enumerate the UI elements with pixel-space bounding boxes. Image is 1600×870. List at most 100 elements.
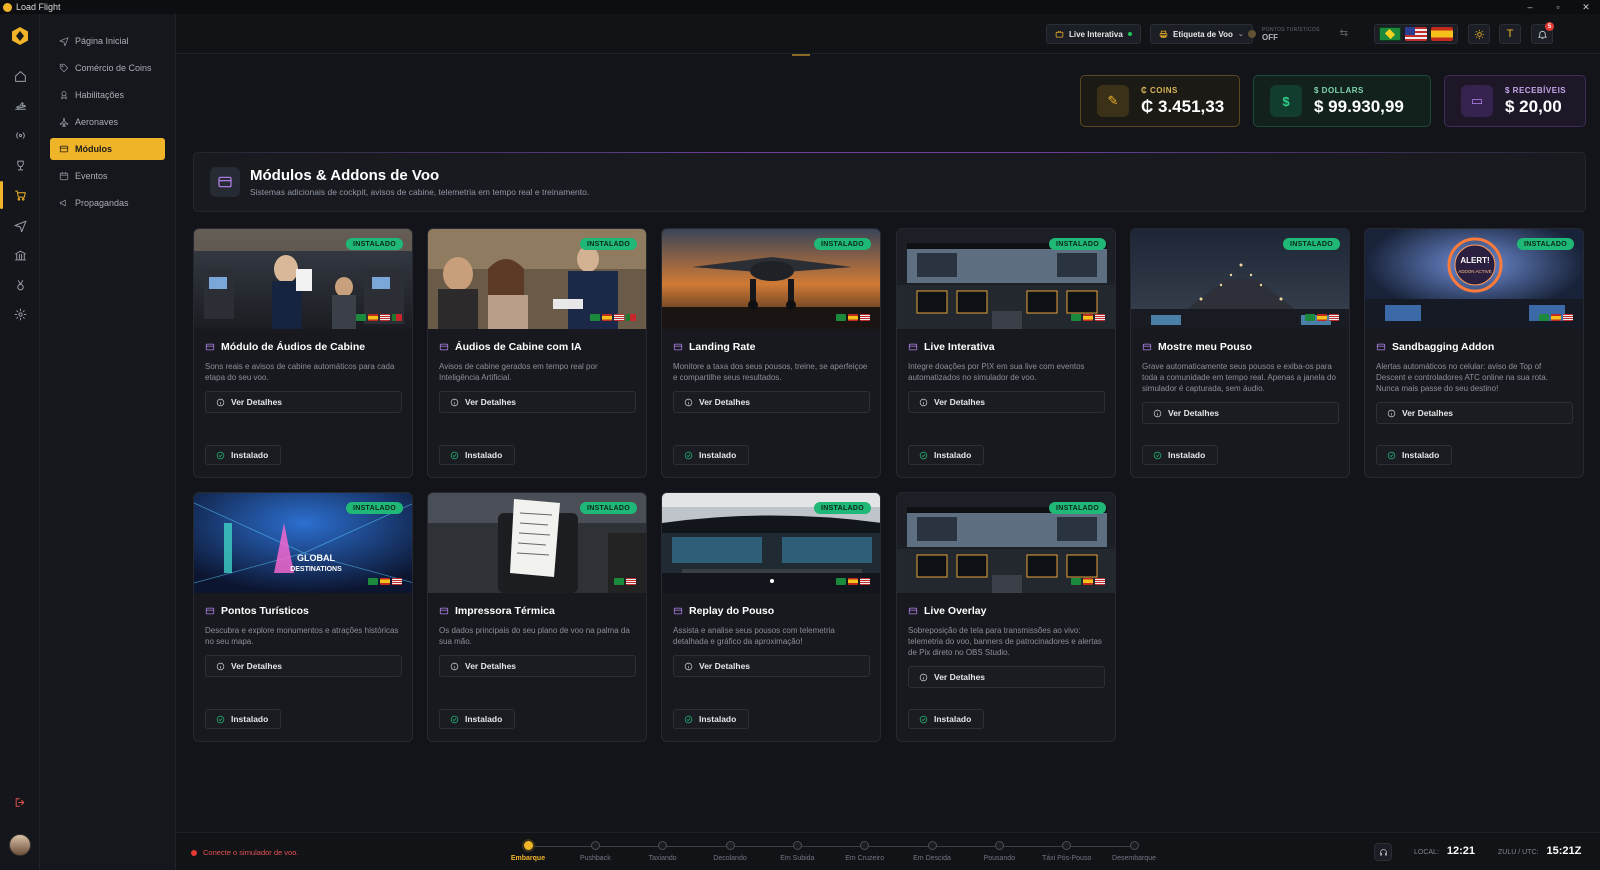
module-card[interactable]: GLOBAL DESTINATIONS INSTALADO Pontos Turíst… (193, 492, 413, 742)
instalado-label: Instalado (465, 450, 503, 460)
phase-step: Em Subida (762, 841, 832, 862)
instalado-button[interactable]: Instalado (673, 445, 750, 465)
module-card[interactable]: INSTALADO Áudios de Cabine com IA Avisos d… (427, 228, 647, 478)
tag-icon (59, 63, 69, 73)
instalado-label: Instalado (231, 450, 269, 460)
theme-toggle-button[interactable] (1468, 24, 1490, 44)
module-card-body: Replay do Pouso Assista e analise seus po… (662, 593, 880, 741)
module-description: Assista e analise seus pousos com teleme… (673, 626, 835, 646)
ver-detalhes-button[interactable]: Ver Detalhes (205, 655, 402, 677)
ver-detalhes-button[interactable]: Ver Detalhes (205, 391, 402, 413)
ver-detalhes-button[interactable]: Ver Detalhes (1142, 402, 1339, 424)
phase-dot (1062, 841, 1072, 850)
title-bar: Load Flight – ▫ ✕ (0, 0, 1600, 14)
live-interativa-button[interactable]: Live Interativa (1046, 24, 1141, 44)
avatar[interactable] (9, 834, 31, 856)
module-thumbnail: INSTALADO (662, 229, 880, 329)
module-card[interactable]: INSTALADO Módulo de Áudios de Cabine Sons … (193, 228, 413, 478)
box-icon (1142, 343, 1152, 351)
rail-store-icon[interactable] (0, 181, 30, 209)
module-thumbnail: INSTALADO (428, 493, 646, 593)
sidebar-item-comercio-de-coins[interactable]: Comércio de Coins (50, 57, 165, 79)
notification-count-badge: 5 (1545, 22, 1554, 31)
brand-logo-icon[interactable] (10, 26, 30, 46)
rail-radio-icon[interactable] (10, 125, 30, 145)
sidebar-item-pagina-inicial[interactable]: Página Inicial (50, 30, 165, 52)
ver-detalhes-button[interactable]: Ver Detalhes (908, 391, 1105, 413)
ver-detalhes-button[interactable]: Ver Detalhes (439, 655, 636, 677)
module-card-body: Pontos Turísticos Descubra e explore monu… (194, 593, 412, 741)
instalado-label: Instalado (934, 714, 972, 724)
notifications-button[interactable]: 5 (1531, 22, 1554, 44)
megaphone-icon (59, 199, 66, 207)
rail-flights-icon[interactable] (10, 96, 30, 116)
module-title-text: Live Overlay (924, 605, 987, 617)
instalado-button[interactable]: Instalado (439, 445, 516, 465)
instalado-button[interactable]: Instalado (673, 709, 750, 729)
sidebar-item-propagandas[interactable]: Propagandas (50, 192, 165, 214)
box-icon (210, 167, 240, 197)
instalado-button[interactable]: Instalado (205, 709, 282, 729)
ver-detalhes-button[interactable]: Ver Detalhes (908, 666, 1105, 688)
sidebar-item-eventos[interactable]: Eventos (50, 165, 165, 187)
utc-time-label: ZULU / UTC: (1498, 849, 1539, 856)
sidebar-item-habilitacoes[interactable]: Habilitações (50, 84, 165, 106)
ver-detalhes-button[interactable]: Ver Detalhes (673, 655, 870, 677)
error-dot-icon (191, 849, 197, 856)
module-card[interactable]: INSTALADO Live Overlay Sobreposição de tel… (896, 492, 1116, 742)
pontos-turisticos-toggle[interactable]: PONTOS TURÍSTICOS OFF ⇆ (1236, 24, 1356, 44)
instalado-button[interactable]: Instalado (908, 709, 985, 729)
ver-detalhes-button[interactable]: Ver Detalhes (1376, 402, 1573, 424)
maximize-button[interactable]: ▫ (1544, 0, 1572, 14)
dollars-balance-card[interactable]: $ $ DOLLARS $ 99.930,99 (1253, 75, 1431, 127)
module-description: Sobreposição de tela para transmissões a… (908, 626, 1102, 657)
flag-spain-icon[interactable] (1431, 27, 1453, 41)
plane-icon (59, 117, 69, 127)
ver-detalhes-button[interactable]: Ver Detalhes (673, 391, 870, 413)
instalado-button[interactable]: Instalado (1142, 445, 1219, 465)
support-button[interactable] (1374, 843, 1392, 861)
flag-usa-icon[interactable] (1405, 27, 1427, 41)
instalado-button[interactable]: Instalado (439, 709, 516, 729)
ver-detalhes-button[interactable]: Ver Detalhes (439, 391, 636, 413)
rail-trophy-icon[interactable] (10, 155, 30, 175)
receivables-balance-card[interactable]: ▭ $ RECEBÍVEIS $ 20,00 (1444, 75, 1586, 127)
box-icon (439, 343, 449, 351)
svg-text:DESTINATIONS: DESTINATIONS (290, 566, 342, 573)
coins-balance-card[interactable]: ✎ ₵ COINS ₵ 3.451,33 (1080, 75, 1240, 127)
flag-br-icon (1539, 314, 1549, 321)
module-card[interactable]: INSTALADO Impressora Térmica Os dados prin… (427, 492, 647, 742)
sidebar-item-modulos[interactable]: Módulos (50, 138, 165, 160)
module-card[interactable]: INSTALADO Live Interativa Integre doações … (896, 228, 1116, 478)
rail-plane-icon[interactable] (10, 215, 30, 235)
sidebar-item-label: Habilitações (75, 90, 125, 100)
flag-brazil-icon[interactable] (1379, 27, 1401, 41)
swap-icon[interactable]: ⇆ (1340, 28, 1348, 39)
module-card-body: Live Overlay Sobreposição de tela para tr… (897, 593, 1115, 741)
pontos-turisticos-value: OFF (1262, 32, 1278, 42)
rail-settings-icon[interactable] (10, 304, 30, 324)
module-card-body: Áudios de Cabine com IA Avisos de cabine … (428, 329, 646, 477)
module-card[interactable]: INSTALADO Landing Rate Monitore a taxa dos… (661, 228, 881, 478)
instalado-button[interactable]: Instalado (908, 445, 985, 465)
check-circle-icon (684, 715, 693, 723)
close-button[interactable]: ✕ (1572, 0, 1600, 14)
module-card[interactable]: ALERT! ADDON ACTIVE INSTALADO Sandbagging A… (1364, 228, 1584, 478)
connection-status[interactable]: Conecte o simulador de voo. (191, 848, 298, 857)
instalado-button[interactable]: Instalado (205, 445, 282, 465)
status-footer: Conecte o simulador de voo. Embarque Push… (176, 832, 1600, 870)
rail-bank-icon[interactable] (10, 245, 30, 265)
minimize-button[interactable]: – (1516, 0, 1544, 14)
module-title: Live Interativa (908, 341, 1104, 353)
rail-home-icon[interactable] (10, 66, 30, 86)
module-card[interactable]: INSTALADO Mostre meu Pouso Grave automatic… (1130, 228, 1350, 478)
instalado-button[interactable]: Instalado (1376, 445, 1453, 465)
module-title: Mostre meu Pouso (1142, 341, 1338, 353)
text-size-button[interactable]: T (1499, 24, 1521, 44)
module-card[interactable]: INSTALADO Replay do Pouso Assista e analis… (661, 492, 881, 742)
sidebar-item-aeronaves[interactable]: Aeronaves (50, 111, 165, 133)
text-icon: T (1506, 28, 1514, 40)
rail-medal-icon[interactable] (10, 275, 30, 295)
rail-logout-icon[interactable] (10, 792, 30, 812)
module-title-text: Impressora Térmica (455, 605, 555, 617)
